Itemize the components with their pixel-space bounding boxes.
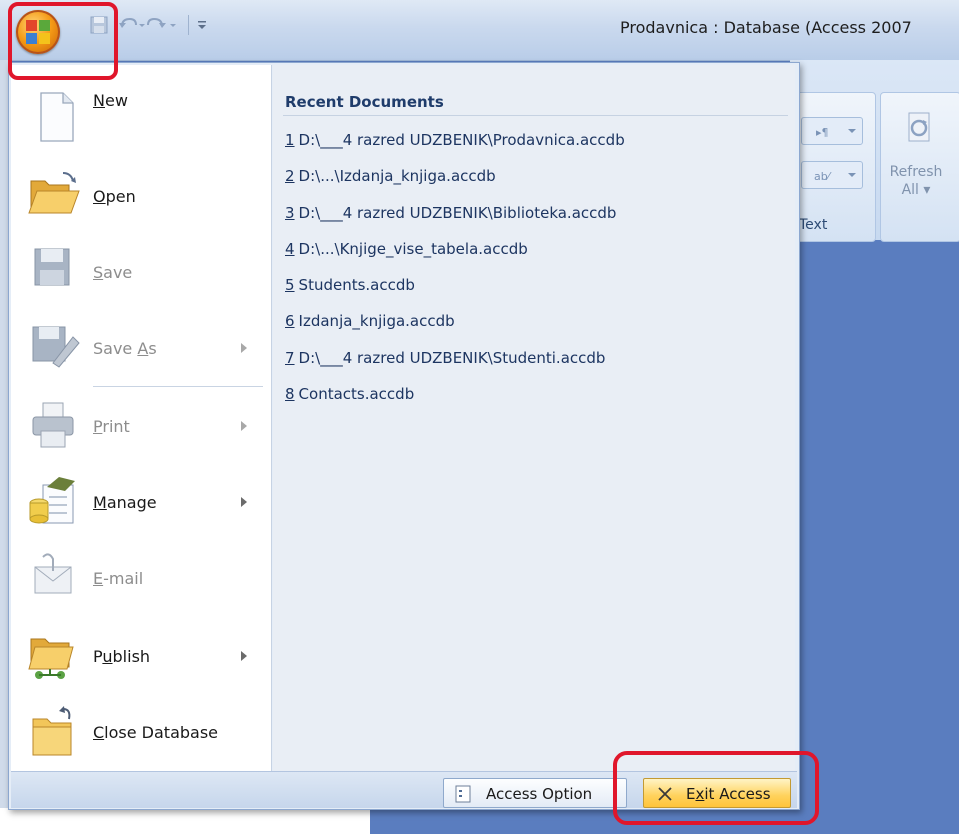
- redo-icon[interactable]: [144, 14, 178, 36]
- menu-item-label: Save: [93, 263, 133, 282]
- menu-item-print[interactable]: Print: [11, 387, 271, 463]
- recent-document-item[interactable]: 4 D:\...\Knjige_vise_tabela.accdb: [285, 240, 625, 276]
- menu-item-label: E-mail: [93, 569, 144, 588]
- menu-item-open[interactable]: Open: [11, 155, 271, 231]
- recent-document-item[interactable]: 3 D:\___4 razred UDZBENIK\Biblioteka.accd…: [285, 204, 625, 240]
- recent-documents-list: 1 D:\___4 razred UDZBENIK\Prodavnica.accd…: [285, 131, 625, 421]
- submenu-arrow-icon: [241, 651, 247, 661]
- close-database-icon: [23, 705, 81, 757]
- email-icon: [23, 551, 81, 603]
- new-document-icon: [23, 91, 81, 143]
- refresh-label: Refresh: [889, 164, 943, 180]
- menu-item-email[interactable]: E-mail: [11, 539, 271, 615]
- menu-item-close-database[interactable]: Close Database: [11, 693, 271, 769]
- undo-icon[interactable]: [116, 14, 145, 36]
- recent-document-item[interactable]: 8 Contacts.accdb: [285, 385, 625, 421]
- menu-item-label: Print: [93, 417, 130, 436]
- left-strip: [0, 60, 8, 834]
- annotation-highlight-exit: [613, 751, 819, 825]
- save-as-icon: [23, 319, 81, 371]
- access-options-button[interactable]: Access Option: [443, 778, 627, 808]
- refresh-sub-label: All ▾: [901, 182, 931, 198]
- menu-item-publish[interactable]: Publish: [11, 617, 271, 693]
- recent-documents-title: Recent Documents: [285, 93, 444, 111]
- ribbon-group-text: ▸¶ ab⁄ Text: [790, 92, 876, 242]
- menu-item-save-as[interactable]: Save As: [11, 307, 271, 383]
- refresh-icon[interactable]: [905, 111, 935, 145]
- qat-separator: [188, 15, 189, 35]
- menu-item-label: Manage: [93, 493, 157, 512]
- menu-item-new[interactable]: New: [11, 79, 271, 155]
- submenu-arrow-icon: [241, 497, 247, 507]
- menu-item-label: Publish: [93, 647, 151, 666]
- save-disk-icon: [23, 243, 81, 295]
- menu-item-label: New: [93, 91, 128, 110]
- recent-document-item[interactable]: 1 D:\___4 razred UDZBENIK\Prodavnica.accd…: [285, 131, 625, 167]
- recent-documents-panel: Recent Documents 1 D:\___4 razred UDZBENI…: [273, 65, 795, 771]
- customize-qat-icon[interactable]: [195, 14, 209, 36]
- manage-database-icon: [23, 475, 81, 527]
- submenu-arrow-icon: [241, 421, 247, 431]
- recent-document-item[interactable]: 7 D:\___4 razred UDZBENIK\Studenti.accdb: [285, 349, 625, 385]
- title-bar: Prodavnica : Database (Access 2007: [0, 0, 959, 61]
- submenu-arrow-icon: [241, 343, 247, 353]
- annotation-highlight-office-button: [8, 2, 118, 80]
- menu-item-save[interactable]: Save: [11, 231, 271, 307]
- recent-document-item[interactable]: 6 Izdanja_knjiga.accdb: [285, 312, 625, 348]
- open-folder-icon: [23, 167, 81, 219]
- options-icon: [454, 785, 472, 807]
- access-options-label: Access Option: [486, 785, 593, 803]
- window-title: Prodavnica : Database (Access 2007: [620, 18, 912, 37]
- recent-document-item[interactable]: 5 Students.accdb: [285, 276, 625, 312]
- menu-item-label: Close Database: [93, 723, 219, 742]
- menu-item-manage[interactable]: Manage: [11, 463, 271, 539]
- office-menu: New Open Save Save As Print Manage E-mai…: [8, 62, 800, 810]
- menu-item-label: Open: [93, 187, 136, 206]
- highlight-color-button[interactable]: ab⁄: [801, 161, 863, 189]
- recent-divider: [283, 115, 788, 116]
- menu-item-label: Save As: [93, 339, 157, 358]
- office-menu-commands: New Open Save Save As Print Manage E-mai…: [11, 65, 272, 771]
- publish-icon: [23, 629, 81, 681]
- navigation-pane-edge: [0, 808, 370, 834]
- ribbon-group-label: Text: [799, 217, 828, 233]
- recent-document-item[interactable]: 2 D:\...\Izdanja_knjiga.accdb: [285, 167, 625, 203]
- svg-text:ab⁄: ab⁄: [814, 170, 832, 183]
- printer-icon: [23, 399, 81, 451]
- refresh-all-button[interactable]: Refresh All ▾: [886, 163, 946, 199]
- paragraph-direction-button[interactable]: ▸¶: [801, 117, 863, 145]
- svg-text:▸¶: ▸¶: [816, 126, 829, 139]
